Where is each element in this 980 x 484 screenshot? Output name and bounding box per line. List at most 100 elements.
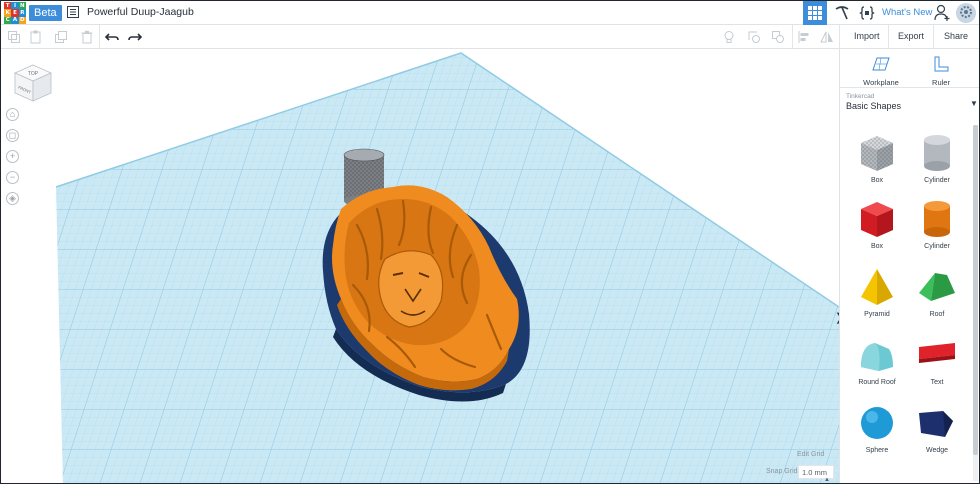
view-cube-top-label: TOP	[28, 71, 39, 77]
scrollbar-thumb[interactable]	[973, 125, 978, 455]
share-button[interactable]: Share	[944, 31, 968, 41]
toolbar-divider	[888, 25, 889, 49]
top-bar: T I N K E R C A D Beta Powerful Duup-Jaa…	[1, 1, 979, 25]
shape-label: Pyramid	[864, 311, 890, 318]
shape-wedge[interactable]: Wedge	[907, 401, 967, 454]
import-button[interactable]: Import	[854, 31, 880, 41]
roof-icon	[919, 273, 955, 301]
whats-new-link[interactable]: What's New	[882, 7, 932, 18]
logo-letter: A	[11, 16, 19, 24]
3d-view-button[interactable]	[803, 1, 827, 25]
round-roof-icon	[861, 343, 893, 371]
codeblocks-button[interactable]	[857, 3, 877, 23]
toolbar-divider	[933, 25, 934, 49]
library-select[interactable]: Basic Shapes	[846, 101, 901, 111]
perspective-button[interactable]: ◈	[6, 192, 19, 205]
shape-sphere[interactable]: Sphere	[847, 401, 907, 454]
shape-round-roof[interactable]: Round Roof	[847, 333, 907, 386]
box-hole-icon	[861, 136, 893, 171]
ruler-tool[interactable]: Ruler	[916, 55, 966, 87]
red-box-icon	[861, 202, 893, 237]
shape-label: Wedge	[925, 447, 949, 454]
shape-roof[interactable]: Roof	[907, 265, 967, 318]
shape-label: Sphere	[865, 447, 889, 454]
edit-grid-button[interactable]: Edit Grid	[797, 451, 824, 458]
shape-box[interactable]: Box	[847, 197, 907, 250]
cylinder-hole-icon	[924, 135, 950, 171]
fit-icon: ◻	[8, 130, 17, 140]
notes-bulb-icon[interactable]	[722, 30, 736, 44]
logo-letter: K	[4, 9, 12, 17]
orange-cylinder-icon	[924, 201, 950, 237]
shape-label: Cylinder	[924, 243, 950, 250]
minus-icon: −	[9, 172, 16, 182]
paste-icon[interactable]	[29, 30, 43, 44]
duplicate-icon[interactable]	[54, 30, 68, 44]
logo-letter: N	[18, 2, 26, 10]
zoom-out-button[interactable]: −	[6, 171, 19, 184]
logo-letter: T	[4, 2, 12, 10]
delete-icon[interactable]	[80, 30, 94, 44]
fit-view-button[interactable]: ◻	[6, 129, 19, 142]
redo-icon[interactable]	[128, 30, 142, 44]
ruler-label: Ruler	[932, 78, 950, 87]
shape-label: Box	[870, 243, 884, 250]
ruler-icon	[934, 56, 949, 72]
beta-badge: Beta	[29, 5, 62, 21]
tinkercad-logo[interactable]: T I N K E R C A D	[4, 2, 26, 24]
dropdown-arrow-icon[interactable]: ▼	[970, 99, 978, 108]
shape-pyramid[interactable]: Pyramid	[847, 265, 907, 318]
code-braces-icon	[859, 6, 875, 20]
shape-label: Box	[870, 177, 884, 184]
plus-icon: +	[9, 151, 16, 161]
zoom-in-button[interactable]: +	[6, 150, 19, 163]
hide-shape-icon[interactable]	[747, 30, 761, 44]
undo-icon[interactable]	[105, 30, 119, 44]
edit-toolbar: Import Export Share	[1, 25, 979, 49]
snap-grid-value: 1.0 mm	[802, 468, 828, 477]
export-button[interactable]: Export	[898, 31, 924, 41]
snap-grid-label: Snap Grid	[766, 468, 798, 475]
workplane-label: Workplane	[863, 78, 899, 87]
add-user-icon[interactable]	[934, 4, 952, 22]
3d-viewport[interactable]: TOP FRONT ⌂ ◻ + − ◈ Edit Grid Snap Grid …	[1, 49, 839, 484]
shape-label: Cylinder	[924, 177, 950, 184]
copy-icon[interactable]	[7, 30, 21, 44]
user-avatar[interactable]	[956, 3, 976, 23]
pyramid-icon	[861, 269, 893, 305]
bricks-view-button[interactable]	[832, 3, 852, 23]
wedge-icon	[919, 411, 953, 437]
workplane-tool[interactable]: Workplane	[856, 55, 906, 87]
shape-cylinder[interactable]: Cylinder	[907, 197, 967, 250]
shape-label: Roof	[929, 311, 945, 318]
panel-divider	[840, 87, 979, 88]
design-title[interactable]: Powerful Duup-Jaagub	[87, 6, 194, 18]
show-all-icon[interactable]	[771, 30, 785, 44]
toolbar-divider	[792, 25, 793, 49]
shape-box-hole[interactable]: Box	[847, 131, 907, 184]
workplane-icon	[872, 57, 890, 71]
toolbar-divider	[99, 25, 100, 49]
logo-letter: C	[4, 16, 12, 24]
shape-text[interactable]: Text	[907, 333, 967, 386]
shapes-panel: Workplane Ruler Tinkercad Basic Shapes ▼…	[839, 49, 979, 483]
tinkercad-app: T I N K E R C A D Beta Powerful Duup-Jaa…	[0, 0, 980, 484]
grid-icon	[808, 6, 822, 20]
panel-scrollbar[interactable]	[973, 125, 978, 481]
logo-letter: R	[18, 9, 26, 17]
snap-grid-select[interactable]: 1.0 mm ▲	[798, 465, 834, 483]
workplane-scene[interactable]	[1, 49, 839, 484]
toolbar-divider	[839, 25, 840, 49]
logo-letter: I	[11, 2, 19, 10]
home-view-button[interactable]: ⌂	[6, 108, 19, 121]
pickaxe-icon	[835, 6, 849, 20]
align-icon[interactable]	[797, 30, 811, 44]
shape-cylinder-hole[interactable]: Cylinder	[907, 131, 967, 184]
shape-label: Text	[930, 379, 944, 386]
design-list-icon[interactable]	[67, 6, 79, 18]
library-caption: Tinkercad	[846, 93, 875, 100]
view-cube[interactable]: TOP FRONT	[13, 63, 53, 103]
perspective-icon: ◈	[9, 193, 16, 203]
text-shape-icon	[919, 343, 955, 363]
mirror-icon[interactable]	[820, 30, 834, 44]
